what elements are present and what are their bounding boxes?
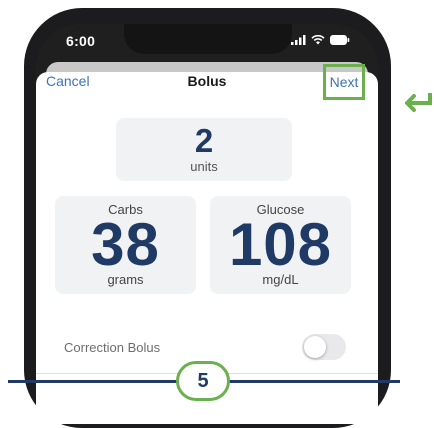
next-button-label: Next [329, 74, 359, 90]
glucose-unit: mg/dL [262, 272, 299, 287]
correction-bolus-toggle[interactable] [302, 334, 346, 360]
bolus-units-label: units [190, 158, 218, 174]
status-icons [291, 35, 350, 45]
next-button[interactable]: Next [323, 64, 365, 100]
step-badge: 5 [176, 361, 230, 401]
toggle-knob [304, 336, 326, 358]
notch [124, 24, 292, 54]
battery-icon [330, 35, 350, 45]
carbs-value: 38 [91, 211, 160, 278]
cancel-button[interactable]: Cancel [46, 73, 90, 89]
status-time: 6:00 [66, 33, 96, 49]
bolus-units-value: 2 [194, 121, 214, 159]
carbs-card[interactable]: Carbs 38 grams [55, 196, 196, 294]
glucose-value: 108 [228, 211, 333, 278]
wifi-icon [311, 35, 325, 45]
carbs-unit: grams [107, 272, 144, 287]
pointer-arrow-icon [405, 93, 432, 112]
cellular-signal-icon [291, 35, 306, 45]
step-number: 5 [197, 369, 209, 392]
glucose-card[interactable]: Glucose 108 mg/dL [210, 196, 351, 294]
correction-bolus-label: Correction Bolus [64, 340, 161, 355]
bolus-units-card[interactable]: 2 units [116, 118, 292, 181]
